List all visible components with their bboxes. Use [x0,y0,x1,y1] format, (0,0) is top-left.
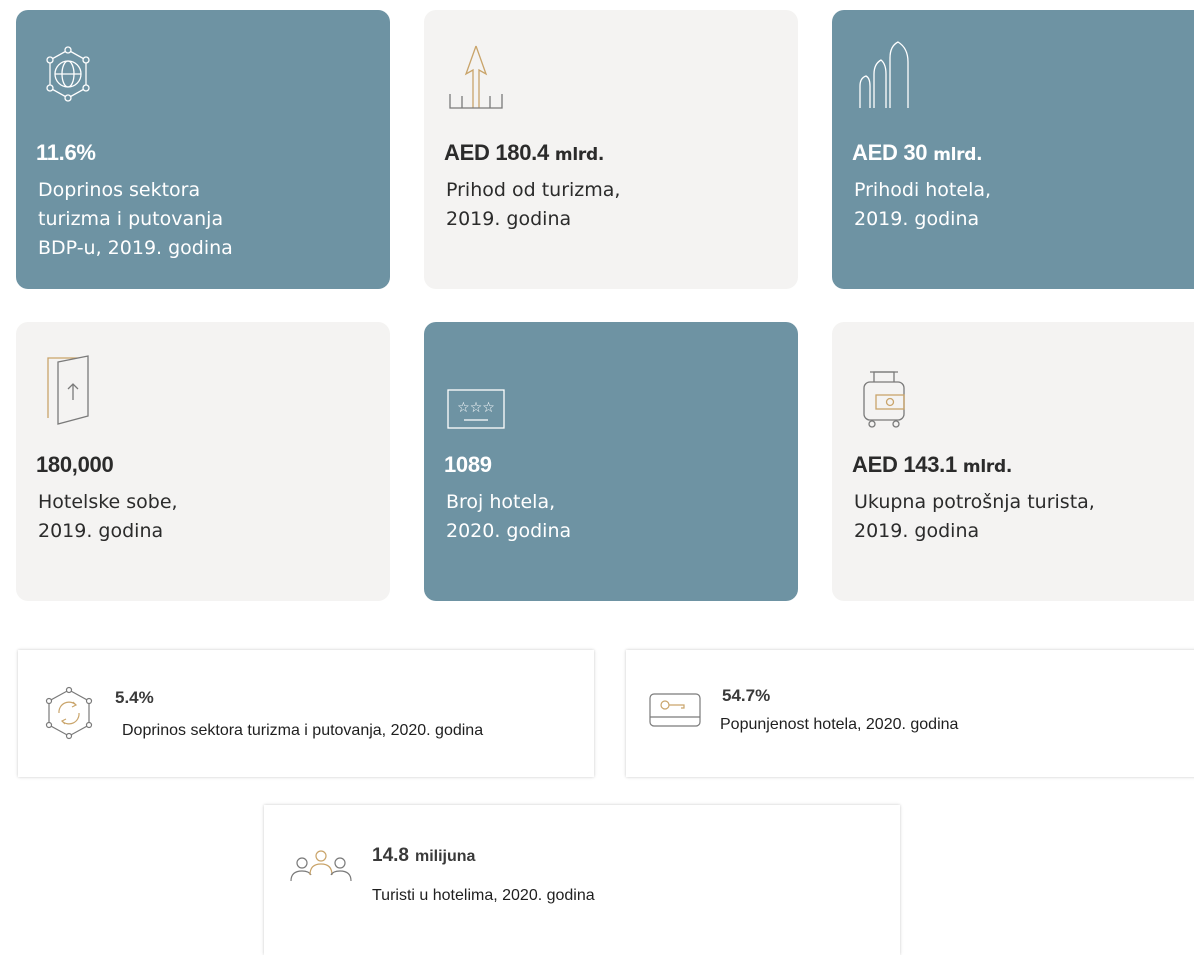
stat-card-hotel-rooms: 180,000 Hotelske sobe, 2019. godina [16,322,390,601]
stat-strip-hotel-guests: 14.8 milijuna Turisti u hotelima, 2020. g… [264,805,900,955]
hotel-towers-icon [859,41,909,108]
key-card-icon [649,693,701,727]
stat-description: Ukupna potrošnja turista, 2019. godina [854,491,1095,542]
stat-card-tourist-spending: AED 143.1 mlrd. Ukupna potrošnja turista,… [832,322,1194,601]
svg-text:☆☆☆: ☆☆☆ [457,400,495,416]
stat-value: 1089 [444,452,492,477]
stat-description: Broj hotela, 2020. godina [446,491,572,542]
stat-card-hotel-revenue: AED 30 mlrd. Prihodi hotela, 2019. godina [832,10,1194,289]
stat-description: Prihodi hotela, 2019. godina [854,179,992,230]
stat-value: 14.8 milijuna [372,845,476,866]
stat-value: 11.6% [36,140,96,165]
hotel-door-icon [47,355,89,425]
arrow-up-growth-icon [449,45,503,109]
stat-description: Popunjenost hotela, 2020. godina [720,716,959,733]
hotel-stars-sign-icon: ☆☆☆ [447,389,505,429]
stat-description: Hotelske sobe, 2019. godina [38,491,178,542]
stat-value: AED 30 mlrd. [852,140,983,165]
stat-card-hotel-count: ☆☆☆ 1089 Broj hotela, 2020. godina [424,322,798,601]
cycle-network-icon [45,686,93,740]
stat-card-gdp-2019: 11.6% Doprinos sektora turizma i putovan… [16,10,390,289]
stat-description: Doprinos sektora turizma i putovanja BDP… [38,179,233,259]
stat-strip-occupancy: 54.7% Popunjenost hotela, 2020. godina [626,650,1194,777]
luggage-money-icon [863,371,905,428]
stat-strip-contribution-2020: 5.4% Doprinos sektora turizma i putovanj… [18,650,594,777]
people-group-icon [290,850,352,882]
stat-description: Prihod od turizma, 2019. godina [446,179,621,230]
stat-description: Turisti u hotelima, 2020. godina [372,887,595,904]
globe-network-icon [46,46,90,102]
stat-description: Doprinos sektora turizma i putovanja, 20… [122,722,484,739]
stat-card-tourism-revenue: AED 180.4 mlrd. Prihod od turizma, 2019. … [424,10,798,289]
stat-value: 5.4% [115,688,154,707]
stat-value: 54.7% [722,686,771,705]
stat-value: AED 143.1 mlrd. [852,452,1012,477]
stat-value: AED 180.4 mlrd. [444,140,604,165]
stat-value: 180,000 [36,452,114,477]
